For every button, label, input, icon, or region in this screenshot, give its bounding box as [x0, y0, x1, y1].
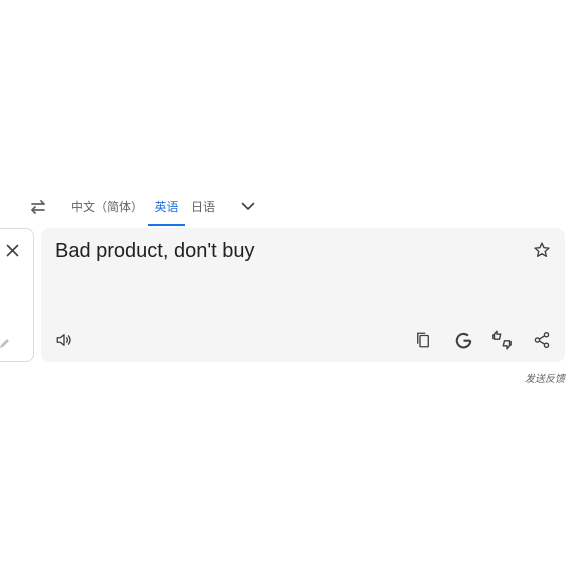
swap-arrows-icon	[29, 199, 47, 215]
send-feedback-link[interactable]: 发送反馈	[525, 370, 565, 385]
swap-languages-button[interactable]	[26, 195, 50, 219]
share-icon	[533, 331, 551, 349]
tab-english[interactable]: 英语	[148, 190, 185, 226]
chevron-down-icon	[241, 202, 255, 211]
google-g-icon	[454, 331, 473, 350]
share-translation-button[interactable]	[530, 328, 554, 352]
translation-panel: Bad product, don't buy	[41, 228, 565, 362]
copy-translation-button[interactable]	[411, 328, 435, 352]
speaker-icon	[55, 331, 73, 349]
rate-translation-button[interactable]	[490, 328, 514, 352]
listen-button[interactable]	[52, 328, 76, 352]
clear-source-button[interactable]	[3, 241, 21, 259]
save-translation-button[interactable]	[530, 238, 554, 262]
language-bar: 中文（简体） 英语 日语	[0, 190, 576, 228]
copy-icon	[414, 331, 432, 349]
close-icon	[6, 244, 19, 257]
thumbs-rate-icon	[491, 330, 513, 350]
search-google-button[interactable]	[451, 328, 475, 352]
pencil-icon	[0, 336, 12, 350]
tab-chinese-simplified[interactable]: 中文（简体）	[71, 190, 143, 226]
tab-japanese[interactable]: 日语	[191, 190, 215, 226]
translation-output: Bad product, don't buy	[55, 240, 255, 262]
translate-page: 中文（简体） 英语 日语 Bad product, don't buy 发送反馈	[0, 0, 576, 576]
more-target-languages-button[interactable]	[238, 196, 258, 216]
star-outline-icon	[533, 241, 551, 259]
